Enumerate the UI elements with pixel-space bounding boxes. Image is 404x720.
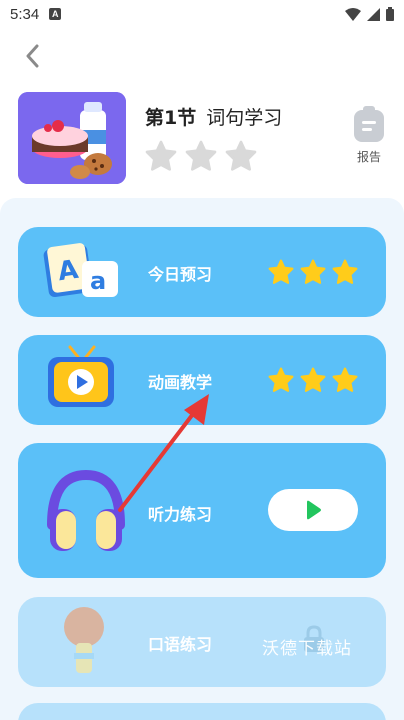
activity-card-listening[interactable]: 听力练习 [18, 443, 386, 578]
watermark-text: 沃德下载站 [262, 639, 352, 659]
star-empty-icon [225, 140, 257, 171]
back-button[interactable] [18, 42, 46, 70]
star-filled-icon [300, 259, 326, 284]
star-filled-icon [332, 367, 358, 392]
notification-icon: A [49, 8, 62, 20]
report-clipboard-icon [354, 106, 384, 142]
card-title: 听力练习 [148, 505, 213, 524]
lesson-title: 第1节 词句学习 [145, 103, 282, 130]
activity-card-next[interactable] [18, 703, 386, 720]
lesson-stars [145, 140, 257, 172]
letters-book-icon: A a [42, 239, 122, 309]
status-bar: 5:34 A [0, 0, 404, 28]
star-empty-icon [145, 140, 177, 171]
status-icons [345, 7, 394, 21]
card-stars [268, 259, 358, 285]
tv-play-icon [46, 345, 118, 415]
activity-card-animation[interactable]: 动画教学 [18, 335, 386, 425]
svg-text:a: a [90, 267, 106, 295]
play-button[interactable] [268, 489, 358, 531]
battery-icon [386, 7, 394, 21]
lesson-thumbnail [18, 92, 126, 184]
microphone-icon [56, 603, 112, 687]
lesson-number: 第1节 [145, 107, 197, 129]
headphones-icon [42, 467, 130, 559]
svg-text:A: A [56, 255, 80, 288]
card-title: 今日预习 [148, 265, 213, 284]
card-title: 动画教学 [148, 373, 213, 392]
lesson-name: 词句学习 [206, 107, 283, 129]
signal-icon [367, 7, 380, 21]
star-filled-icon [268, 259, 294, 284]
status-time: 5:34 [10, 5, 40, 23]
report-label: 报告 [356, 150, 381, 164]
star-filled-icon [332, 259, 358, 284]
card-title: 口语练习 [148, 635, 213, 654]
card-stars [268, 367, 358, 393]
star-filled-icon [300, 367, 326, 392]
star-empty-icon [185, 140, 217, 171]
report-button[interactable]: 报告 [348, 106, 390, 166]
cake-milk-illustration-icon [18, 92, 126, 184]
chevron-left-icon [26, 44, 39, 68]
wifi-icon [345, 7, 361, 21]
star-filled-icon [268, 367, 294, 392]
play-icon [307, 500, 321, 520]
activity-card-preview[interactable]: A a 今日预习 [18, 227, 386, 317]
